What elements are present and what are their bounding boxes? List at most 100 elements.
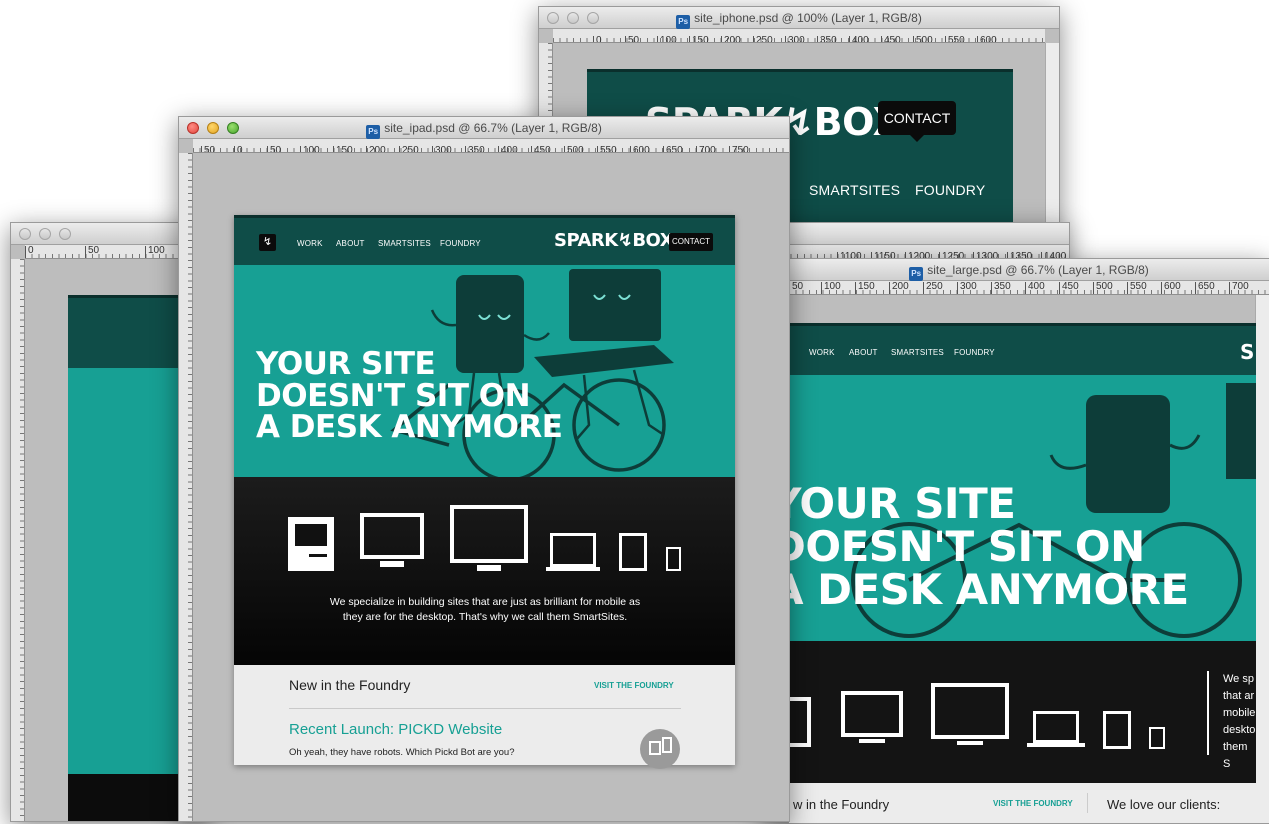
monitor-stand: [380, 561, 404, 567]
zoom-button[interactable]: [227, 122, 239, 134]
laptop-base: [1027, 743, 1085, 747]
monitor-stand: [859, 739, 885, 743]
nav-foundry[interactable]: FOUNDRY: [915, 182, 985, 198]
ruler-label: 50: [201, 146, 234, 152]
minimize-button[interactable]: [567, 12, 579, 24]
close-button[interactable]: [187, 122, 199, 134]
ruler-label: 300: [957, 282, 991, 294]
ruler-label: 700: [1229, 282, 1263, 294]
ruler-label: 0: [234, 146, 267, 152]
desktop-icon: [288, 517, 334, 571]
nav-foundry[interactable]: FOUNDRY: [954, 348, 995, 357]
minimize-button[interactable]: [39, 228, 51, 240]
nav-smartsites[interactable]: SMARTSITES: [378, 239, 431, 248]
titlebar[interactable]: Ps site_large.psd @ 66.7% (Layer 1, RGB/8…: [789, 259, 1269, 281]
nav-about[interactable]: ABOUT: [336, 239, 365, 248]
zoom-button[interactable]: [587, 12, 599, 24]
contact-label: CONTACT: [671, 237, 711, 246]
close-button[interactable]: [19, 228, 31, 240]
side-text-line: deskto: [1223, 724, 1256, 736]
pickd-thumbnail-icon[interactable]: [640, 729, 680, 769]
visit-foundry-link[interactable]: VISIT THE FOUNDRY: [594, 681, 674, 690]
contact-label: CONTACT: [883, 110, 951, 126]
hero-line-1: YOUR SITE: [788, 479, 1016, 528]
window-controls: [19, 228, 71, 240]
ruler-label: 50: [85, 246, 145, 258]
titlebar[interactable]: Ps site_iphone.psd @ 100% (Layer 1, RGB/8…: [539, 7, 1059, 29]
side-text-line: mobile: [1223, 707, 1256, 719]
ruler-label: 550: [597, 146, 630, 152]
hero-headline: YOUR SITE DOESN'T SIT ON A DESK ANYMORE: [256, 346, 563, 446]
nav-smartsites[interactable]: SMARTSITES: [891, 348, 944, 357]
vertical-ruler[interactable]: [179, 153, 193, 821]
ruler-label: 150: [855, 282, 889, 294]
desktop-icon: [789, 697, 811, 747]
large-foundry-heading: w in the Foundry: [793, 797, 890, 812]
ruler-label: 600: [977, 36, 1009, 42]
large-canvas: WORK ABOUT SMARTSITES FOUNDRY S YOUR SIT…: [788, 323, 1256, 823]
hero-headline: YOUR SITE DOESN'T SIT ON A DESK ANYMORE: [788, 479, 1189, 611]
titlebar[interactable]: Ps site_ipad.psd @ 66.7% (Layer 1, RGB/8): [179, 117, 789, 139]
horizontal-ruler[interactable]: 50 100 150 200 250 300 350 400 450 500 550 600 650 70…: [789, 281, 1269, 295]
vertical-ruler[interactable]: [11, 259, 25, 821]
horizontal-ruler[interactable]: 0 50 100 150 200 250 300 350 400 450 500 550 600: [553, 29, 1045, 43]
large-visit-foundry-link[interactable]: VISIT THE FOUNDRY: [993, 799, 1073, 808]
nav-smartsites[interactable]: SMARTSITES: [809, 182, 900, 198]
phone-icon: [666, 547, 681, 571]
ruler-label: 150: [689, 36, 721, 42]
window-large-front[interactable]: Ps site_large.psd @ 66.7% (Layer 1, RGB/8…: [788, 258, 1269, 824]
sparkbox-logo[interactable]: SPARK↯BOX: [554, 230, 674, 251]
nav-work[interactable]: WORK: [809, 348, 835, 357]
ruler-label: 400: [498, 146, 531, 152]
ruler-label: 650: [1195, 282, 1229, 294]
ruler-label: 450: [531, 146, 564, 152]
ruler-label: 100: [300, 146, 333, 152]
minimize-button[interactable]: [207, 122, 219, 134]
horizontal-ruler-back[interactable]: 11001150120012501300135014001450: [777, 245, 1069, 259]
side-divider: [1207, 671, 1209, 755]
photoshop-file-icon: Ps: [366, 125, 381, 139]
foundry-heading: New in the Foundry: [289, 677, 411, 693]
ruler-label: 350: [465, 146, 498, 152]
horizontal-ruler[interactable]: 50 0 50 100 150 200 250 300 350 400 450 500 550 600 65…: [193, 139, 789, 153]
ruler-label: 50: [625, 36, 657, 42]
lightning-icon[interactable]: ↯: [259, 234, 276, 251]
contact-button[interactable]: CONTACT: [669, 233, 713, 251]
ruler-label: 700: [696, 146, 729, 152]
monitor-icon: [360, 513, 424, 559]
window-ipad[interactable]: Ps site_ipad.psd @ 66.7% (Layer 1, RGB/8)…: [178, 116, 790, 822]
ipad-foundry-section: New in the Foundry VISIT THE FOUNDRY Rec…: [234, 665, 735, 769]
nav-foundry[interactable]: FOUNDRY: [440, 239, 481, 248]
laptop-icon: [1033, 711, 1079, 743]
phone-icon: [1149, 727, 1165, 749]
tablet-icon: [1103, 711, 1131, 749]
nav-about[interactable]: ABOUT: [849, 348, 878, 357]
hero-line-1: YOUR SITE: [256, 346, 436, 382]
hero-line-2: DOESN'T SIT ON: [256, 377, 531, 414]
large-header: WORK ABOUT SMARTSITES FOUNDRY S: [789, 323, 1256, 375]
ruler-label: 300: [785, 36, 817, 42]
zoom-button[interactable]: [59, 228, 71, 240]
launch-title[interactable]: Recent Launch: PICKD Website: [289, 721, 502, 738]
window-title: site_large.psd @ 66.7% (Layer 1, RGB/8): [927, 263, 1149, 277]
close-button[interactable]: [547, 12, 559, 24]
large-monitor-icon: [931, 683, 1009, 739]
titlebar[interactable]: [763, 223, 1069, 245]
ipad-devices-band: We specialize in building sites that are…: [234, 477, 735, 665]
ruler-label: 200: [721, 36, 753, 42]
contact-pointer: [910, 135, 924, 142]
ruler-label: 250: [399, 146, 432, 152]
sparkbox-logo[interactable]: S: [1240, 340, 1254, 364]
large-monitor-icon: [450, 505, 528, 563]
hero-line-3: A DESK ANYMORE: [256, 409, 563, 446]
scrollbar-vertical[interactable]: [1255, 295, 1269, 823]
ruler-label: 550: [1127, 282, 1161, 294]
scrollbar-vertical[interactable]: [1045, 43, 1059, 235]
nav-work[interactable]: WORK: [297, 239, 323, 248]
ruler-label: 500: [564, 146, 597, 152]
ruler-label: 400: [849, 36, 881, 42]
ruler-label: 450: [1059, 282, 1093, 294]
ruler-label: 0: [25, 246, 85, 258]
ruler-label: 250: [923, 282, 957, 294]
contact-button[interactable]: CONTACT: [878, 101, 956, 135]
